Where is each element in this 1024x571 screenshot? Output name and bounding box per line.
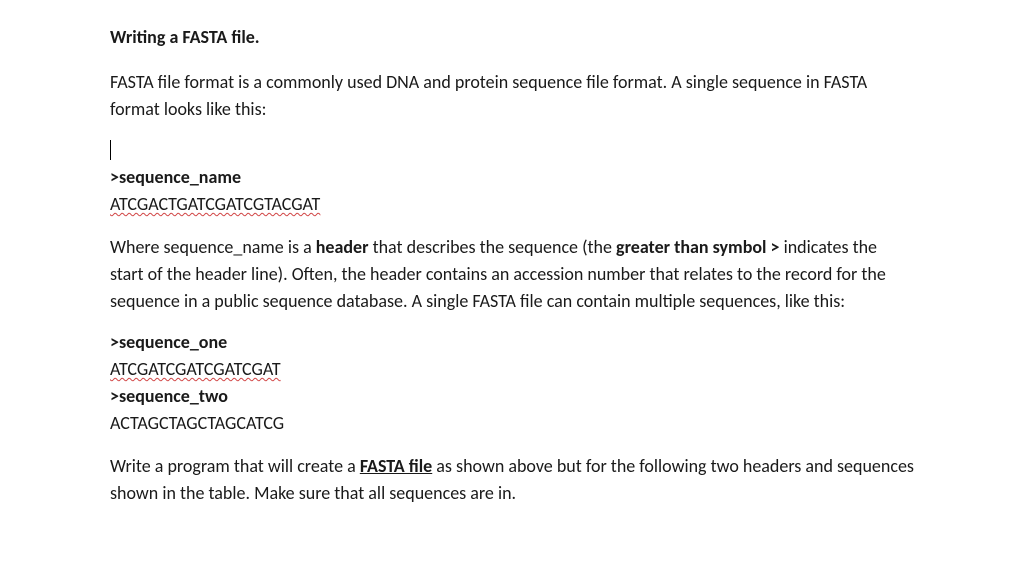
fasta-example-multi: >sequence_one ATCGATCGATCGATCGAT >sequen… [110, 329, 914, 437]
example1-sequence: ATCGACTGATCGATCGTACGAT [110, 191, 914, 218]
explanation-paragraph: Where sequence_name is a header that des… [110, 234, 914, 315]
example2-header2: >sequence_two [110, 383, 914, 410]
fasta-example-single: >sequence_name ATCGACTGATCGATCGTACGAT [110, 164, 914, 218]
sequence-text: ATCGATCGATCGATCGAT [110, 358, 281, 380]
explain-text-mid1: that describes the sequence (the [369, 236, 617, 258]
example2-sequence2: ACTAGCTAGCTAGCATCG [110, 410, 914, 437]
task-text-pre: Write a program that will create a [110, 455, 360, 477]
intro-paragraph: FASTA file format is a commonly used DNA… [110, 69, 914, 123]
task-paragraph: Write a program that will create a FASTA… [110, 453, 914, 507]
explain-text-pre: Where sequence_name is a [110, 236, 316, 258]
sequence-text: ATCGACTGATCGATCGTACGAT [110, 193, 320, 215]
example2-sequence1: ATCGATCGATCGATCGAT [110, 356, 914, 383]
header-word: header [316, 236, 369, 258]
example1-header: >sequence_name [110, 164, 914, 191]
document-title: Writing a FASTA file. [110, 24, 914, 51]
greater-than-phrase: greater than symbol > [616, 236, 779, 258]
example2-header1: >sequence_one [110, 329, 914, 356]
fasta-file-phrase: FASTA file [360, 455, 432, 477]
text-cursor [110, 137, 914, 164]
